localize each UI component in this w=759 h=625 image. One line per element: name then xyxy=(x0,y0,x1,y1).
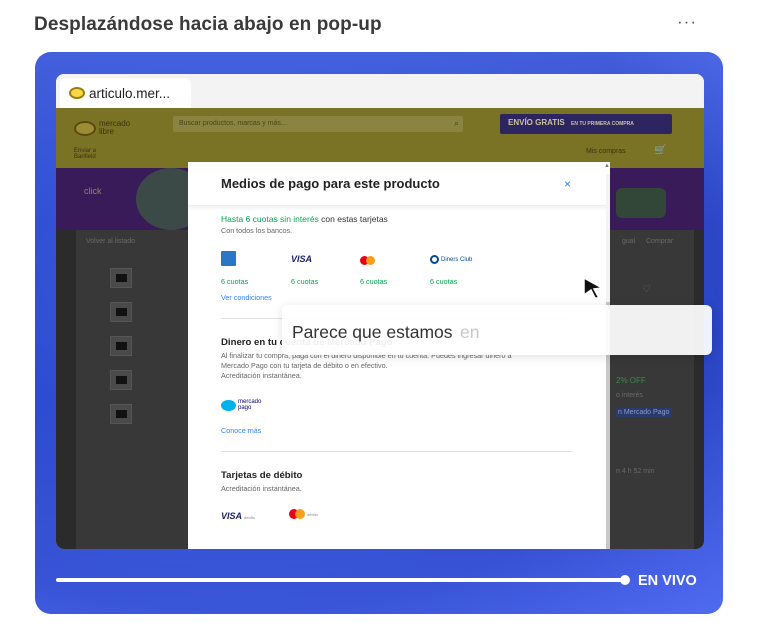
playback-progress-bar[interactable] xyxy=(56,578,626,582)
installments-heading: Hasta 6 cuotas sin interés con estas tar… xyxy=(221,214,388,224)
debit-section-title: Tarjetas de débito xyxy=(221,470,303,481)
browser-tab[interactable]: articulo.mer... xyxy=(60,78,191,108)
tab-bar: articulo.mer... xyxy=(56,74,704,108)
mastercard-installments: 6 cuotas xyxy=(360,277,388,286)
card-title: Desplazándose hacia abajo en pop-up xyxy=(34,14,382,35)
visa-icon: VISA xyxy=(291,254,313,264)
back-to-list-link[interactable]: Volver al listado xyxy=(86,238,135,245)
banner-graphic-right xyxy=(616,188,666,218)
modal-header: Medios de pago para este producto × xyxy=(188,162,610,206)
diners-text: Diners Club xyxy=(441,256,473,263)
nav-purchases[interactable]: Mis compras xyxy=(586,148,626,155)
mercado-pago-icon: mercado pago xyxy=(221,399,261,411)
side-link-buy[interactable]: Comprar xyxy=(646,238,673,245)
amex-icon xyxy=(221,251,236,266)
mp-logo-line-2: pago xyxy=(238,405,252,411)
visa-installments: 6 cuotas xyxy=(291,277,319,286)
mastercard-debit-icon: débito xyxy=(289,509,318,519)
logo-line-2: libre xyxy=(99,127,115,136)
visa-debit-text: VISA xyxy=(221,511,243,521)
search-icon: ⌕ xyxy=(453,118,459,128)
product-thumbnail[interactable] xyxy=(110,336,132,356)
diners-icon: Diners Club xyxy=(430,255,472,264)
close-icon[interactable]: × xyxy=(564,177,571,191)
ml-search-input[interactable]: Buscar productos, marcas y más... ⌕ xyxy=(173,116,463,132)
product-thumbnail[interactable] xyxy=(110,302,132,322)
cart-icon[interactable]: 🛒 xyxy=(654,145,666,156)
favorite-heart-icon[interactable]: ♡ xyxy=(642,284,651,295)
handshake-icon xyxy=(74,120,96,136)
product-thumbnail[interactable] xyxy=(110,404,132,424)
installments-sub: Con todos los bancos. xyxy=(221,226,293,235)
payment-methods-modal: Medios de pago para este producto × Hast… xyxy=(188,162,610,549)
mastercard-icon xyxy=(360,256,375,265)
mp-desc-2: Mercado Pago con tu tarjeta de débito o … xyxy=(221,361,388,370)
section-divider xyxy=(221,451,573,452)
ml-logo[interactable]: mercado libre xyxy=(74,115,132,141)
installments-highlight: Hasta 6 cuotas sin interés xyxy=(221,214,319,224)
ml-logo-text: mercado libre xyxy=(99,120,130,136)
mouse-cursor-icon xyxy=(583,277,603,299)
mastercard-debit-small: débito xyxy=(307,511,318,517)
live-indicator: EN VIVO xyxy=(638,573,697,589)
mercadolibre-favicon-icon xyxy=(69,87,85,99)
promo-sub: EN TU PRIMERA COMPRA xyxy=(570,121,634,127)
promo-text: ENVÍO GRATIS EN TU PRIMERA COMPRA xyxy=(508,118,634,127)
caption-text-faded: en xyxy=(460,322,480,342)
side-link-sell[interactable]: gual xyxy=(622,238,635,245)
modal-title: Medios de pago para este producto xyxy=(221,176,440,191)
scroll-up-arrow-icon[interactable]: ▲ xyxy=(604,163,610,169)
mp-more-link[interactable]: Conoce más xyxy=(221,426,261,435)
conditions-link[interactable]: Ver condiciones xyxy=(221,293,272,302)
playback-progress-handle[interactable] xyxy=(620,575,630,585)
search-placeholder: Buscar productos, marcas y más... xyxy=(179,120,287,127)
location-selector[interactable]: Enviar a Banfield xyxy=(74,148,96,160)
product-thumbnail[interactable] xyxy=(110,268,132,288)
visa-debit-small: débito xyxy=(244,515,255,520)
location-value: Banfield xyxy=(74,154,96,160)
ml-header: mercado libre Enviar a Banfield Buscar pro… xyxy=(56,108,704,168)
visa-debit-icon: VISA débito xyxy=(221,511,255,521)
product-thumbnail[interactable] xyxy=(110,370,132,390)
more-options-button[interactable]: ··· xyxy=(677,12,697,32)
promo-main: ENVÍO GRATIS xyxy=(508,118,565,127)
mp-desc-3: Acreditación instantánea. xyxy=(221,371,302,380)
caption-text: Parece que estamos xyxy=(292,322,453,342)
debit-sub: Acreditación instantánea. xyxy=(221,484,302,493)
side-discount: 2% OFF xyxy=(616,376,646,385)
side-shipping-time: n 4 h 52 min xyxy=(616,468,655,475)
side-mp-badge: n Mercado Pago xyxy=(616,408,672,417)
mp-description: Al finalizar tu compra, pagá con el dine… xyxy=(221,351,581,381)
amex-installments: 6 cuotas xyxy=(221,277,249,286)
diners-installments: 6 cuotas xyxy=(430,277,458,286)
tab-title: articulo.mer... xyxy=(89,85,171,101)
side-installments: o interés xyxy=(616,392,643,399)
banner-click-text: click xyxy=(84,186,102,196)
installments-rest: con estas tarjetas xyxy=(318,214,388,224)
